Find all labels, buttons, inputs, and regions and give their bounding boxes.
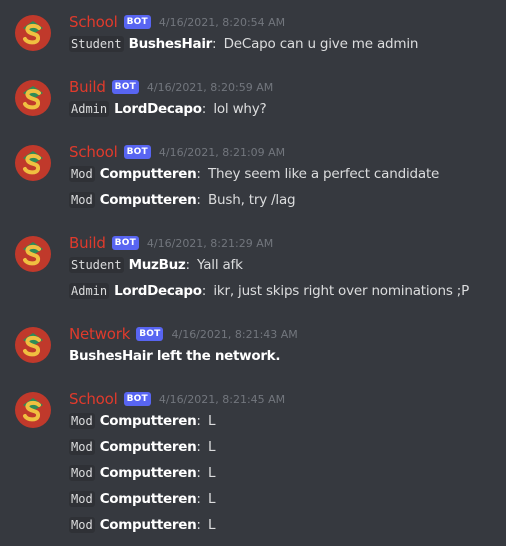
message-username: Computteren bbox=[99, 439, 197, 455]
role-tag: Mod bbox=[69, 439, 95, 455]
bot-badge: BOT bbox=[123, 15, 151, 29]
bot-badge: BOT bbox=[111, 236, 139, 250]
message-text: L bbox=[207, 439, 216, 455]
message-username: Computteren bbox=[99, 192, 197, 208]
message-line: Mod Computteren: Bush, try /lag bbox=[69, 192, 296, 208]
message-text: lol why? bbox=[213, 101, 267, 117]
message-line: Student MuzBuz: Yall afk bbox=[69, 257, 243, 273]
role-tag: Mod bbox=[69, 413, 95, 429]
message-text: ikr, just skips right over nominations ;… bbox=[213, 283, 470, 299]
timestamp: 4/16/2021, 8:21:29 AM bbox=[146, 236, 274, 250]
message-username: LordDecapo bbox=[114, 283, 202, 299]
message-text: They seem like a perfect candidate bbox=[207, 166, 440, 182]
author-name[interactable]: School bbox=[69, 13, 118, 31]
message-username: MuzBuz bbox=[128, 257, 186, 273]
role-tag: Admin bbox=[69, 283, 110, 299]
timestamp: 4/16/2021, 8:20:54 AM bbox=[158, 15, 286, 29]
bot-avatar-icon[interactable] bbox=[13, 78, 53, 118]
role-tag: Student bbox=[69, 36, 124, 52]
bot-avatar-icon[interactable] bbox=[13, 13, 53, 53]
timestamp: 4/16/2021, 8:21:09 AM bbox=[158, 145, 286, 159]
message-line: Student BushesHair: DeCapo can u give me… bbox=[69, 36, 419, 52]
message-text: DeCapo can u give me admin bbox=[223, 36, 419, 52]
system-message-text: BushesHair left the network. bbox=[69, 348, 281, 364]
message-username: Computteren bbox=[99, 413, 197, 429]
timestamp: 4/16/2021, 8:20:59 AM bbox=[146, 80, 274, 94]
message-text: Bush, try /lag bbox=[207, 192, 296, 208]
message-line: Mod Computteren: They seem like a perfec… bbox=[69, 166, 440, 182]
chat-messages: School BOT 4/16/2021, 8:20:54 AM Student… bbox=[0, 0, 506, 546]
message-text: L bbox=[207, 413, 216, 429]
message-line: Mod Computteren: L bbox=[69, 439, 216, 455]
bot-badge: BOT bbox=[123, 392, 151, 406]
role-tag: Admin bbox=[69, 101, 110, 117]
message-username: Computteren bbox=[99, 491, 197, 507]
message-text: L bbox=[207, 491, 216, 507]
bot-badge: BOT bbox=[136, 327, 164, 341]
role-tag: Mod bbox=[69, 517, 95, 533]
message-username: Computteren bbox=[99, 166, 197, 182]
role-tag: Mod bbox=[69, 192, 95, 208]
author-name[interactable]: School bbox=[69, 390, 118, 408]
bot-badge: BOT bbox=[111, 80, 139, 94]
message-username: Computteren bbox=[99, 465, 197, 481]
bot-badge: BOT bbox=[123, 145, 151, 159]
author-name[interactable]: Build bbox=[69, 78, 106, 96]
role-tag: Mod bbox=[69, 491, 95, 507]
message-line: Mod Computteren: L bbox=[69, 413, 216, 429]
author-name[interactable]: Build bbox=[69, 234, 106, 252]
message-username: LordDecapo bbox=[114, 101, 202, 117]
message-line: Admin LordDecapo: ikr, just skips right … bbox=[69, 283, 470, 299]
message-line: Mod Computteren: L bbox=[69, 465, 216, 481]
message-line: Mod Computteren: L bbox=[69, 517, 216, 533]
bot-avatar-icon[interactable] bbox=[13, 143, 53, 183]
message-text: Yall afk bbox=[197, 257, 243, 273]
bot-avatar-icon[interactable] bbox=[13, 390, 53, 430]
role-tag: Mod bbox=[69, 465, 95, 481]
timestamp: 4/16/2021, 8:21:45 AM bbox=[158, 392, 286, 406]
message-line: BushesHair left the network. bbox=[69, 343, 281, 369]
role-tag: Mod bbox=[69, 166, 95, 182]
message-text: L bbox=[207, 517, 216, 533]
message-username: Computteren bbox=[99, 517, 197, 533]
author-name[interactable]: Network bbox=[69, 325, 130, 343]
message-text: L bbox=[207, 465, 216, 481]
author-name[interactable]: School bbox=[69, 143, 118, 161]
message-line: Admin LordDecapo: lol why? bbox=[69, 101, 267, 117]
timestamp: 4/16/2021, 8:21:43 AM bbox=[171, 327, 298, 341]
bot-avatar-icon[interactable] bbox=[13, 234, 53, 274]
message-line: Mod Computteren: L bbox=[69, 491, 216, 507]
message-username: BushesHair bbox=[128, 36, 213, 52]
role-tag: Student bbox=[69, 257, 124, 273]
bot-avatar-icon[interactable] bbox=[13, 325, 53, 365]
